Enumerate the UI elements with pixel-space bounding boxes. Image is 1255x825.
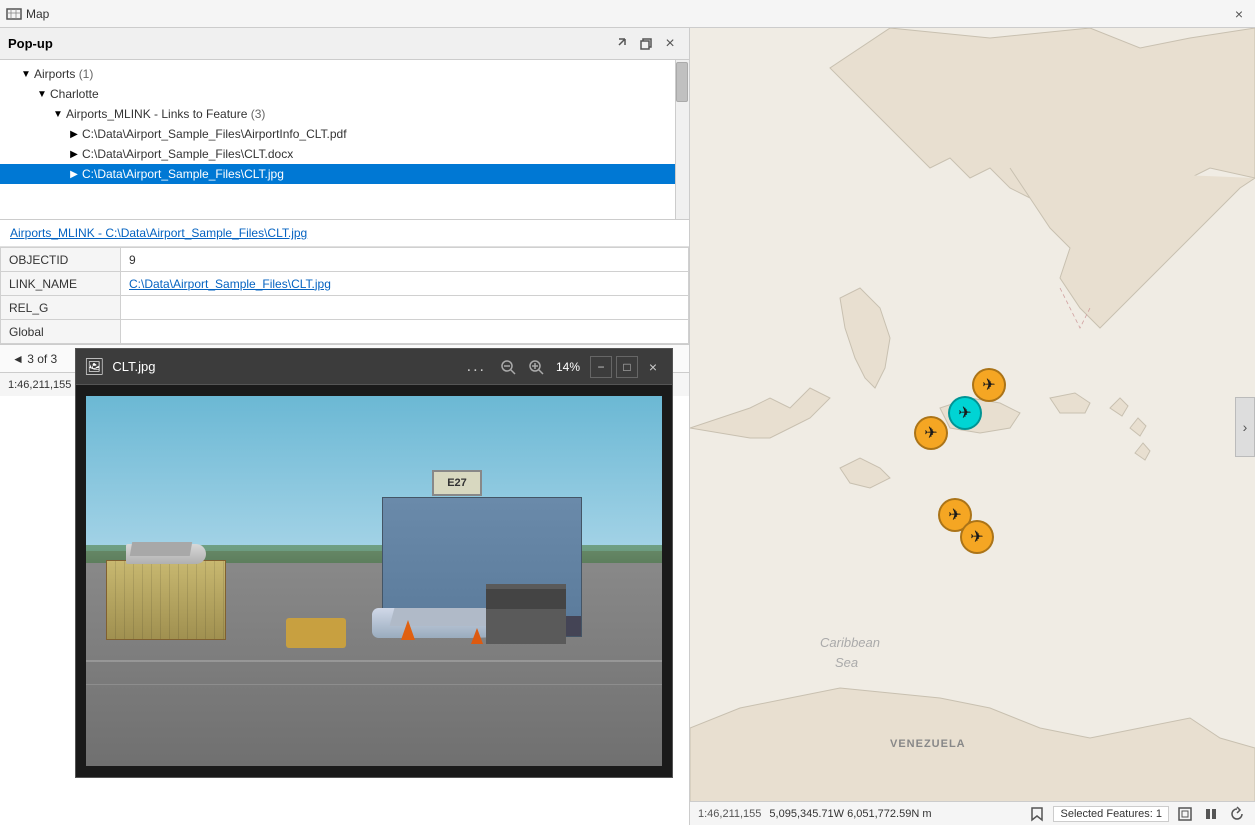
link-title-area: Airports_MLINK - C:\Data\Airport_Sample_… [0,220,689,247]
tree-item-airports[interactable]: ▼ Airports (1) [0,64,689,84]
tree-arrow-file1: ▶ [68,128,80,140]
viewer-zoom-in-button[interactable] [522,353,550,381]
popup-minimize-button[interactable] [611,33,633,55]
objectid-value: 9 [121,248,689,272]
linkname-value: C:\Data\Airport_Sample_Files\CLT.jpg [121,272,689,296]
file1-label: C:\Data\Airport_Sample_Files\AirportInfo… [82,127,347,141]
popup-title: Pop-up [8,36,609,51]
linkname-field: LINK_NAME [1,272,121,296]
pause-button[interactable] [1201,804,1221,824]
attr-row-objectid: OBJECTID 9 [1,248,689,272]
viewer-restore-button[interactable]: □ [616,356,638,378]
viewer-menu-button[interactable]: ... [467,358,486,376]
attr-row-global: Global [1,320,689,344]
tree-item-mlink[interactable]: ▼ Airports_MLINK - Links to Feature (3) [0,104,689,124]
attributes-table: OBJECTID 9 LINK_NAME C:\Data\Airport_Sam… [0,247,689,344]
attr-row-relg: REL_G [1,296,689,320]
viewer-image-area: E27 [76,385,672,777]
viewer-minimize-button[interactable]: − [590,356,612,378]
airport-marker-3[interactable]: ✈ [914,416,950,452]
airport-photo: E27 [86,396,662,766]
map-nav-arrow-right[interactable]: › [1235,397,1255,457]
traffic-cone-2 [471,628,483,644]
attributes-table-wrapper: OBJECTID 9 LINK_NAME C:\Data\Airport_Sam… [0,247,689,344]
file2-label: C:\Data\Airport_Sample_Files\CLT.docx [82,147,293,161]
plane-icon-5: ✈ [970,527,983,547]
tree-panel: ▼ Airports (1) ▼ Charlotte ▼ Airports_ML… [0,60,689,220]
popup-header: Pop-up × [0,28,689,60]
image-viewer: 🖼 CLT.jpg ... [75,348,673,778]
link-title-link[interactable]: Airports_MLINK - C:\Data\Airport_Sample_… [10,226,307,240]
tree-arrow-file3: ▶ [68,168,80,180]
marker-circle-2: ✈ [948,396,982,430]
attr-row-linkname: LINK_NAME C:\Data\Airport_Sample_Files\C… [1,272,689,296]
mlink-count: (3) [251,107,266,121]
objectid-field: OBJECTID [1,248,121,272]
relg-field: REL_G [1,296,121,320]
plane-icon-2: ✈ [958,403,971,423]
popup-panel: Pop-up × ▼ Airports (1) ▼ Charlotte [0,28,690,825]
small-aircraft [116,524,216,574]
plane-icon-1: ✈ [982,375,995,395]
loading-equipment [486,584,566,644]
map-scale-status: 1:46,211,155 [698,808,761,820]
popup-restore-button[interactable] [635,33,657,55]
viewer-zoom-level: 14% [556,360,580,374]
airports-count: (1) [79,67,94,81]
map-coords: 5,095,345.71W 6,051,772.59N m [769,808,1027,820]
map-scale: 1:46,211,155 [8,379,71,391]
plane-icon-3: ✈ [924,423,937,443]
map-panel[interactable]: Caribbean Sea VENEZUELA ✈ ✈ ✈ ✈ [690,28,1255,825]
tree-arrow-mlink: ▼ [52,108,64,120]
popup-close-button[interactable]: × [659,33,681,55]
scrollbar-thumb [676,62,688,102]
tree-item-charlotte[interactable]: ▼ Charlotte [0,84,689,104]
tree-content: ▼ Airports (1) ▼ Charlotte ▼ Airports_ML… [0,60,689,188]
airport-marker-2[interactable]: ✈ [948,396,984,432]
tree-arrow-charlotte: ▼ [36,88,48,100]
tarmac-line2 [86,684,662,685]
linkname-link[interactable]: C:\Data\Airport_Sample_Files\CLT.jpg [129,277,331,291]
tarmac-line1 [86,660,662,662]
traffic-cone [401,620,415,640]
tree-item-file1[interactable]: ▶ C:\Data\Airport_Sample_Files\AirportIn… [0,124,689,144]
refresh-button[interactable] [1227,804,1247,824]
map-icon [6,6,22,22]
tree-arrow-airports: ▼ [20,68,32,80]
viewer-image-icon: 🖼 [84,357,104,377]
marker-circle-5: ✈ [960,520,994,554]
relg-value [121,296,689,320]
window-close-button[interactable]: × [1229,4,1249,24]
map-status-right: Selected Features: 1 [1027,804,1247,824]
sign-e27: E27 [432,470,482,496]
tree-item-file3[interactable]: ▶ C:\Data\Airport_Sample_Files\CLT.jpg [0,164,689,184]
window-title: Map [26,7,1229,21]
charlotte-label: Charlotte [50,87,99,101]
tree-item-file2[interactable]: ▶ C:\Data\Airport_Sample_Files\CLT.docx [0,144,689,164]
file3-label: C:\Data\Airport_Sample_Files\CLT.jpg [82,167,284,181]
main-layout: Pop-up × ▼ Airports (1) ▼ Charlotte [0,28,1255,825]
selected-features-badge: Selected Features: 1 [1053,806,1169,822]
extent-button[interactable] [1175,804,1195,824]
tree-scrollbar[interactable] [675,60,689,219]
service-vehicle [286,618,346,648]
global-field: Global [1,320,121,344]
viewer-zoom-out-button[interactable] [494,353,522,381]
bookmark-button[interactable] [1027,804,1047,824]
mlink-label: Airports_MLINK - Links to Feature [66,107,247,121]
tree-arrow-file2: ▶ [68,148,80,160]
global-value [121,320,689,344]
airport-marker-5[interactable]: ✈ [960,520,996,556]
airports-label: Airports [34,67,75,81]
pagination-label: ◄ 3 of 3 [12,352,57,366]
viewer-titlebar: 🖼 CLT.jpg ... [76,349,672,385]
map-status-bar: 1:46,211,155 5,095,345.71W 6,051,772.59N… [690,801,1255,825]
marker-circle-3: ✈ [914,416,948,450]
title-bar: Map × [0,0,1255,28]
viewer-filename: CLT.jpg [112,359,466,374]
viewer-close-button[interactable]: × [642,356,664,378]
